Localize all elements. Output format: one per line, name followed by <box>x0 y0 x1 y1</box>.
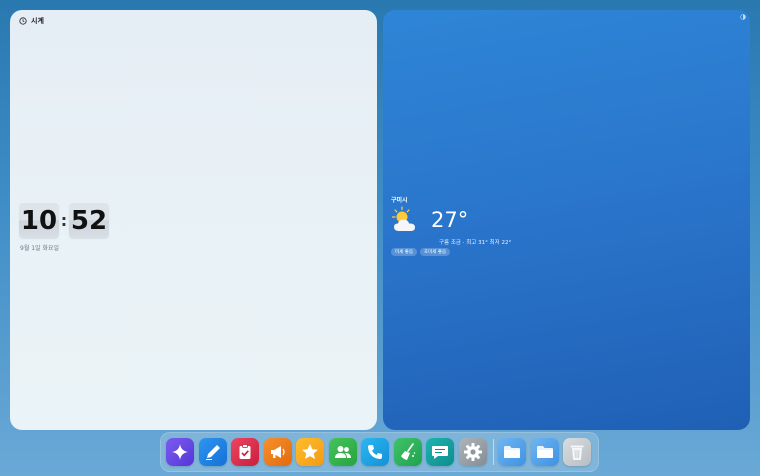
fine-dust-badge: 미세 좋음 <box>391 248 417 256</box>
clock-date: 9월 1일 화요일 <box>20 245 60 252</box>
dock-app-assistant[interactable] <box>166 438 194 466</box>
flip-clock: 10 : 52 <box>19 203 109 238</box>
broom-icon <box>400 443 415 460</box>
dock-app-cleaner[interactable] <box>393 438 422 466</box>
pen-icon <box>205 445 220 460</box>
dock-app-tasks[interactable] <box>231 438 259 466</box>
weather-description: 구름 조금 · 최고 31° 최저 22° <box>439 240 512 246</box>
dock-app-announcements[interactable] <box>263 438 292 466</box>
clock-header: 시계 <box>19 16 44 26</box>
air-quality-badges: 미세 좋음 초미세 좋음 <box>391 248 451 256</box>
people-icon <box>334 446 351 458</box>
clock-title: 시계 <box>31 17 44 25</box>
phone-icon <box>368 445 382 459</box>
dock-app-trash[interactable] <box>563 438 591 466</box>
dock-app-settings[interactable] <box>458 438 487 466</box>
clock-hours: 10 <box>19 203 59 238</box>
dock <box>160 432 599 472</box>
clock-minutes: 52 <box>69 203 109 238</box>
weather-widget[interactable]: 구미시 27° 구름 조금 · 최고 31° 최저 22° 미세 좋음 초미세 … <box>383 10 750 430</box>
sparkle-icon <box>172 444 188 460</box>
clock-icon <box>19 17 27 25</box>
megaphone-icon <box>270 446 285 458</box>
partly-cloudy-icon <box>391 206 415 231</box>
folder-icon <box>504 446 520 458</box>
folder-icon <box>536 446 553 458</box>
dock-app-contacts[interactable] <box>328 438 357 466</box>
clock-widget[interactable]: 시계 10 : 52 9월 1일 화요일 <box>10 10 377 430</box>
dock-app-phone[interactable] <box>361 438 389 466</box>
weather-city: 구미시 <box>391 197 408 204</box>
trash-icon <box>570 445 584 460</box>
dock-folder-1[interactable] <box>498 438 526 466</box>
clock-separator: : <box>60 211 68 230</box>
dock-folder-2[interactable] <box>530 438 559 466</box>
dock-app-favorites[interactable] <box>296 438 324 466</box>
contrast-icon[interactable] <box>740 14 746 20</box>
gear-icon <box>463 443 482 461</box>
weather-temperature: 27° <box>431 208 469 232</box>
star-icon <box>302 444 318 459</box>
weather-info: 구미시 27° 구름 조금 · 최고 31° 최저 22° 미세 좋음 초미세 … <box>391 195 511 256</box>
dock-separator <box>493 439 494 465</box>
dock-app-messages[interactable] <box>426 438 454 466</box>
ultrafine-dust-badge: 초미세 좋음 <box>420 248 451 256</box>
dock-app-notes[interactable] <box>198 438 227 466</box>
chat-icon <box>432 446 448 459</box>
clipboard-check-icon <box>239 444 251 459</box>
